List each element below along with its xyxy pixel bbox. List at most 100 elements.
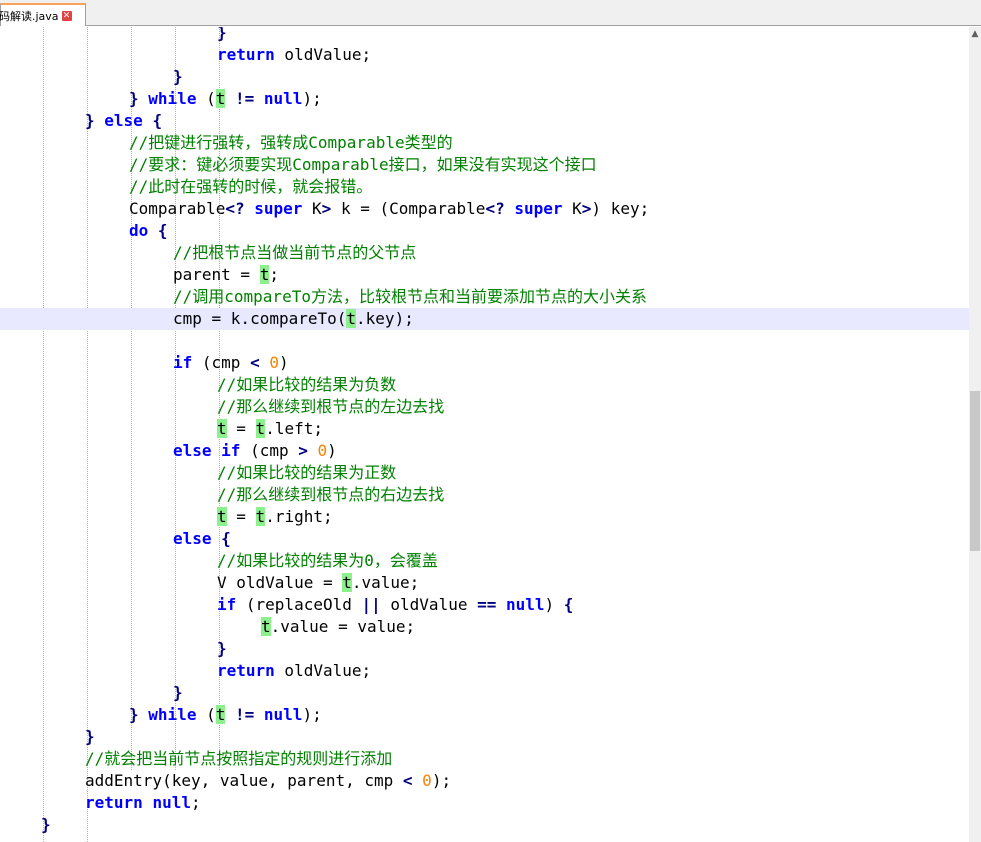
file-tab[interactable]: 码解读.java ✕	[0, 3, 86, 26]
code-line[interactable]: //此时在强转的时候，就会报错。	[0, 176, 969, 198]
code-token: t	[217, 507, 227, 526]
code-text: else {	[173, 528, 231, 550]
code-line[interactable]: //如果比较的结果为0，会覆盖	[0, 550, 969, 572]
code-line[interactable]: //如果比较的结果为负数	[0, 374, 969, 396]
code-token: <?	[485, 199, 505, 218]
code-token: .right;	[265, 507, 333, 526]
code-token: }	[173, 683, 183, 702]
code-token: .value;	[351, 573, 420, 592]
code-text: addEntry(key, value, parent, cmp < 0);	[85, 770, 451, 792]
code-line-current[interactable]: cmp = k.compareTo(t.key);	[0, 308, 969, 330]
scroll-thumb[interactable]	[970, 391, 980, 551]
code-line[interactable]: else {	[0, 528, 969, 550]
code-line[interactable]: }	[0, 814, 969, 836]
code-line[interactable]: return null;	[0, 792, 969, 814]
code-line[interactable]: //那么继续到根节点的左边去找	[0, 396, 969, 418]
code-token: !=	[235, 89, 255, 108]
code-text: return oldValue;	[217, 660, 371, 682]
code-line[interactable]: addEntry(key, value, parent, cmp < 0);	[0, 770, 969, 792]
code-line[interactable]: }	[0, 726, 969, 748]
code-line[interactable]: return oldValue;	[0, 660, 969, 682]
scroll-up-arrow-icon[interactable]: ▲	[969, 27, 981, 41]
code-token: {	[157, 221, 168, 240]
code-comment: //如果比较的结果为0，会覆盖	[217, 551, 438, 570]
code-line[interactable]: //如果比较的结果为正数	[0, 462, 969, 484]
code-line[interactable]: } while (t != null);	[0, 88, 969, 110]
code-line[interactable]: } while (t != null);	[0, 704, 969, 726]
code-text: t = t.right;	[217, 506, 333, 528]
code-token: >	[581, 199, 592, 218]
code-token: ) key;	[591, 199, 650, 218]
code-line[interactable]: }	[0, 682, 969, 704]
code-line[interactable]: }	[0, 27, 969, 44]
code-line[interactable]	[0, 330, 969, 352]
code-keyword: while	[148, 89, 197, 108]
code-token: .left;	[265, 419, 323, 438]
code-token: t	[342, 573, 352, 592]
code-token: );	[302, 89, 322, 108]
code-text: //把根节点当做当前节点的父节点	[173, 242, 416, 264]
code-token: {	[221, 529, 231, 548]
code-keyword: if	[217, 595, 237, 614]
code-line[interactable]: V oldValue = t.value;	[0, 572, 969, 594]
code-text: if (cmp < 0)	[173, 352, 289, 374]
code-line[interactable]: if (replaceOld || oldValue == null) {	[0, 594, 969, 616]
code-line[interactable]: //把根节点当做当前节点的父节点	[0, 242, 969, 264]
code-comment: //就会把当前节点按照指定的规则进行添加	[85, 749, 393, 768]
code-token: oldValue;	[274, 45, 372, 64]
code-token: t	[215, 705, 226, 724]
code-token: ;	[269, 265, 279, 284]
code-text: //如果比较的结果为负数	[217, 374, 396, 396]
code-line[interactable]: //把键进行强转，强转成Comparable类型的	[0, 132, 969, 154]
code-text: //如果比较的结果为0，会覆盖	[217, 550, 438, 572]
code-token: );	[431, 771, 452, 790]
code-keyword: null	[263, 89, 303, 108]
code-token: oldValue;	[274, 661, 372, 680]
code-line[interactable]: }	[0, 638, 969, 660]
code-keyword: null	[152, 793, 191, 812]
code-line[interactable]: //就会把当前节点按照指定的规则进行添加	[0, 748, 969, 770]
code-line[interactable]: //那么继续到根节点的右边去找	[0, 484, 969, 506]
code-token: parent =	[173, 265, 260, 284]
code-keyword: else	[173, 441, 212, 460]
code-token: oldValue	[380, 595, 478, 614]
code-text: //调用compareTo方法，比较根节点和当前要添加节点的大小关系	[173, 286, 647, 308]
code-line[interactable]: //调用compareTo方法，比较根节点和当前要添加节点的大小关系	[0, 286, 969, 308]
code-line[interactable]: parent = t;	[0, 264, 969, 286]
code-comment: //那么继续到根节点的右边去找	[217, 485, 445, 504]
code-line[interactable]: else if (cmp > 0)	[0, 440, 969, 462]
code-line[interactable]: if (cmp < 0)	[0, 352, 969, 374]
code-token: t	[259, 265, 270, 284]
code-line[interactable]: t.value = value;	[0, 616, 969, 638]
code-line[interactable]: return oldValue;	[0, 44, 969, 66]
code-text: return null;	[85, 792, 201, 814]
vertical-scrollbar[interactable]: ▲	[969, 27, 981, 842]
code-line[interactable]: //要求：键必须要实现Comparable接口，如果没有实现这个接口	[0, 154, 969, 176]
code-line[interactable]: t = t.left;	[0, 418, 969, 440]
code-line[interactable]: } else {	[0, 110, 969, 132]
code-token: )	[278, 353, 289, 372]
close-icon[interactable]: ✕	[61, 10, 72, 21]
code-comment: //那么继续到根节点的左边去找	[217, 397, 445, 416]
code-token: );	[302, 705, 322, 724]
code-token: )	[327, 441, 337, 460]
code-line[interactable]: Comparable<? super K> k = (Comparable<? …	[0, 198, 969, 220]
code-token: <	[250, 353, 260, 372]
code-text: //就会把当前节点按照指定的规则进行添加	[85, 748, 392, 770]
code-line[interactable]: }	[0, 66, 969, 88]
code-token: 0	[317, 441, 328, 460]
code-line[interactable]: do {	[0, 220, 969, 242]
code-editor[interactable]: } return oldValue;}} while (t != null);} …	[0, 27, 969, 842]
code-token: }	[41, 815, 51, 834]
code-text: }	[85, 726, 95, 748]
code-comment: //此时在强转的时候，就会报错。	[129, 177, 373, 196]
code-token: 0	[269, 353, 279, 372]
code-line[interactable]: t = t.right;	[0, 506, 969, 528]
code-token: {	[563, 595, 574, 614]
code-keyword: if	[221, 441, 241, 460]
code-text: } while (t != null);	[129, 88, 322, 110]
